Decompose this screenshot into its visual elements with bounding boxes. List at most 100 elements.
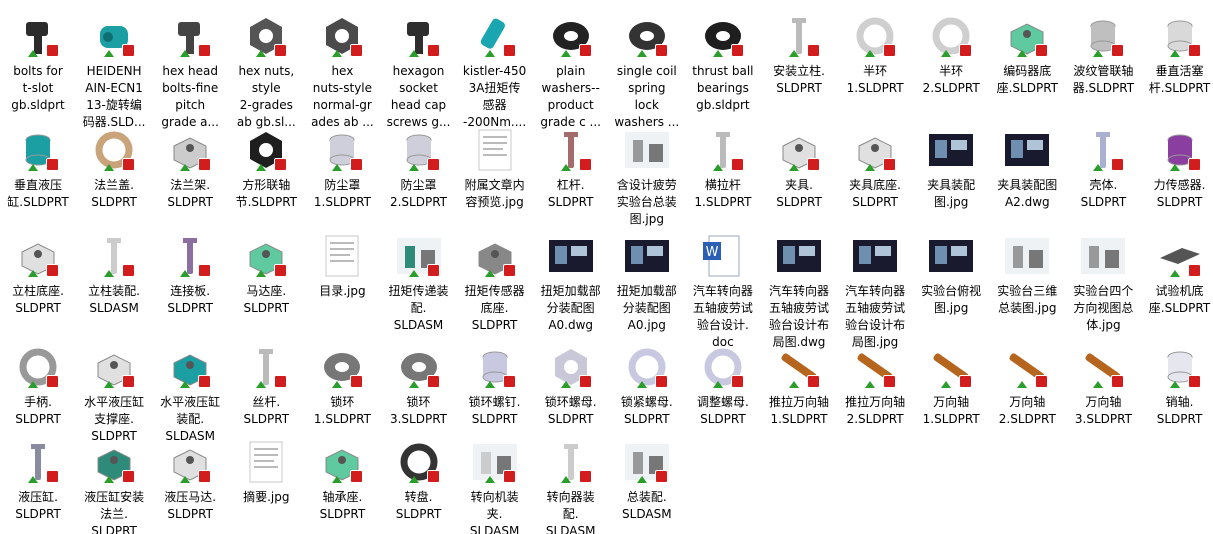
- file-item[interactable]: 锁环螺母. SLDPRT: [535, 343, 607, 428]
- file-item[interactable]: 水平液压缸 装配. SLDASM: [154, 343, 226, 445]
- file-item[interactable]: 半环 2.SLDPRT: [915, 12, 987, 97]
- file-item[interactable]: hex head bolts-fine pitch grade a...: [154, 12, 226, 131]
- shortcut-arrow-icon: [180, 164, 191, 171]
- file-item[interactable]: 锁环 3.SLDPRT: [383, 343, 455, 428]
- file-item[interactable]: 立柱装配. SLDASM: [78, 232, 150, 317]
- file-item[interactable]: 万向轴 1.SLDPRT: [915, 343, 987, 428]
- file-item[interactable]: 实验台四个 方向视图总 体.jpg: [1067, 232, 1139, 334]
- file-item[interactable]: 附属文章内 容预览.jpg: [459, 126, 531, 211]
- file-item[interactable]: 手柄. SLDPRT: [2, 343, 74, 428]
- file-item[interactable]: 方形联轴 节.SLDPRT: [230, 126, 302, 211]
- file-item[interactable]: 垂直液压 缸.SLDPRT: [2, 126, 74, 211]
- solidworks-badge-icon: [46, 264, 59, 277]
- shortcut-arrow-icon: [408, 164, 419, 171]
- file-item[interactable]: 锁环螺钉. SLDPRT: [459, 343, 531, 428]
- file-item[interactable]: 调整螺母. SLDPRT: [687, 343, 759, 428]
- hydraulic-cylinder-icon: [14, 126, 62, 174]
- file-item[interactable]: 连接板. SLDPRT: [154, 232, 226, 317]
- dust-cover-icon: [318, 126, 366, 174]
- file-item[interactable]: 液压缸安装 法兰. SLDPRT: [78, 438, 150, 534]
- file-item[interactable]: plain washers-- product grade c ...: [535, 12, 607, 131]
- solidworks-badge-icon: [1111, 375, 1125, 388]
- assembly-image-icon: [1003, 232, 1051, 280]
- file-item[interactable]: 垂直活塞 杆.SLDPRT: [1144, 12, 1213, 97]
- file-item[interactable]: 马达座. SLDPRT: [230, 232, 302, 317]
- file-item[interactable]: W 汽车转向器 五轴疲劳试 验台设计. doc: [687, 232, 759, 351]
- file-item[interactable]: 液压缸. SLDPRT: [2, 438, 74, 523]
- file-item[interactable]: 转向机装 夹. SLDASM: [459, 438, 531, 534]
- file-item[interactable]: 编码器底 座.SLDPRT: [991, 12, 1063, 97]
- file-item[interactable]: 法兰架. SLDPRT: [154, 126, 226, 211]
- solidworks-badge-icon: [46, 375, 59, 388]
- file-item[interactable]: bolts for t-slot gb.sldprt: [2, 12, 74, 114]
- file-item[interactable]: 夹具. SLDPRT: [763, 126, 835, 211]
- file-item[interactable]: 轴承座. SLDPRT: [306, 438, 378, 523]
- file-item[interactable]: 锁紧螺母. SLDPRT: [611, 343, 683, 428]
- file-item[interactable]: 横拉杆 1.SLDPRT: [687, 126, 759, 211]
- file-item[interactable]: 转盘. SLDPRT: [383, 438, 455, 523]
- file-item[interactable]: 液压马达. SLDPRT: [154, 438, 226, 523]
- file-item[interactable]: 立柱底座. SLDPRT: [2, 232, 74, 317]
- solidworks-badge-icon: [46, 470, 59, 483]
- shortcut-arrow-icon: [560, 50, 571, 57]
- mounting-flange-icon: [90, 438, 138, 486]
- file-item[interactable]: 实验台三维 总装图.jpg: [991, 232, 1063, 317]
- file-item[interactable]: thrust ball bearings gb.sldprt: [687, 12, 759, 114]
- file-item[interactable]: 汽车转向器 五轴疲劳试 验台设计布 局图.jpg: [839, 232, 911, 351]
- file-item[interactable]: 销轴. SLDPRT: [1144, 343, 1213, 428]
- file-item[interactable]: 扭矩传感器 底座. SLDPRT: [459, 232, 531, 334]
- file-name-label: 立柱底座. SLDPRT: [12, 284, 64, 315]
- shortcut-arrow-icon: [332, 50, 343, 57]
- file-item[interactable]: 扭矩传递装 配. SLDASM: [383, 232, 455, 334]
- document-image-icon: [471, 126, 519, 174]
- file-item[interactable]: 汽车转向器 五轴疲劳试 验台设计布 局图.dwg: [763, 232, 835, 351]
- file-name-label: bolts for t-slot gb.sldprt: [11, 64, 65, 112]
- file-item[interactable]: 试验机底 座.SLDPRT: [1144, 232, 1213, 317]
- solidworks-badge-icon: [883, 375, 897, 388]
- file-item[interactable]: 摘要.jpg: [230, 438, 302, 506]
- file-item[interactable]: 夹具装配图 A2.dwg: [991, 126, 1063, 211]
- shortcut-arrow-icon: [408, 270, 419, 277]
- file-item[interactable]: 水平液压缸 支撑座. SLDPRT: [78, 343, 150, 445]
- file-item[interactable]: 总装配. SLDASM: [611, 438, 683, 523]
- file-name-label: 汽车转向器 五轴疲劳试 验台设计布 局图.jpg: [845, 284, 906, 349]
- file-name-label: 杠杆. SLDPRT: [547, 178, 594, 209]
- file-item[interactable]: single coil spring lock washers ...: [611, 12, 683, 131]
- file-item[interactable]: 扭矩加载部 分装配图 A0.dwg: [535, 232, 607, 334]
- file-item[interactable]: 波纹管联轴 器.SLDPRT: [1067, 12, 1139, 97]
- file-item[interactable]: 推拉万向轴 2.SLDPRT: [839, 343, 911, 428]
- file-item[interactable]: hex nuts-style normal-gr ades ab ...: [306, 12, 378, 131]
- file-item[interactable]: 力传感器. SLDPRT: [1144, 126, 1213, 211]
- file-item[interactable]: HEIDENH AIN-ECN1 13-旋转编 码器.SLD...: [78, 12, 150, 131]
- file-item[interactable]: 转向器装 配. SLDASM: [535, 438, 607, 534]
- solidworks-badge-icon: [730, 375, 744, 388]
- file-item[interactable]: kistler-450 3A扭矩传 感器 -200Nm....: [459, 12, 531, 131]
- file-item[interactable]: 半环 1.SLDPRT: [839, 12, 911, 97]
- file-item[interactable]: 夹具底座. SLDPRT: [839, 126, 911, 211]
- file-item[interactable]: 防尘罩 2.SLDPRT: [383, 126, 455, 211]
- file-item[interactable]: 杠杆. SLDPRT: [535, 126, 607, 211]
- file-item[interactable]: 锁环 1.SLDPRT: [306, 343, 378, 428]
- file-item[interactable]: 含设计疲劳 实验台总装 图.jpg: [611, 126, 683, 228]
- file-item[interactable]: 法兰盖. SLDPRT: [78, 126, 150, 211]
- solidworks-badge-icon: [122, 470, 136, 483]
- file-item[interactable]: 安装立柱. SLDPRT: [763, 12, 835, 97]
- file-item[interactable]: 实验台俯视 图.jpg: [915, 232, 987, 317]
- file-item[interactable]: hex nuts, style 2-grades ab gb.sl...: [230, 12, 302, 131]
- shortcut-arrow-icon: [484, 381, 495, 388]
- file-name-label: 扭矩加载部 分装配图 A0.jpg: [616, 284, 677, 332]
- file-name-label: 摘要.jpg: [243, 490, 290, 504]
- file-item[interactable]: 壳体. SLDPRT: [1067, 126, 1139, 211]
- file-item[interactable]: 万向轴 2.SLDPRT: [991, 343, 1063, 428]
- file-item[interactable]: 防尘罩 1.SLDPRT: [306, 126, 378, 211]
- file-item[interactable]: 万向轴 3.SLDPRT: [1067, 343, 1139, 428]
- solidworks-badge-icon: [654, 470, 668, 483]
- file-item[interactable]: 夹具装配 图.jpg: [915, 126, 987, 211]
- file-item[interactable]: hexagon socket head cap screws g...: [383, 12, 455, 131]
- shortcut-arrow-icon: [1093, 381, 1104, 388]
- file-item[interactable]: 扭矩加载部 分装配图 A0.jpg: [611, 232, 683, 334]
- file-name-label: 转盘. SLDPRT: [395, 490, 442, 521]
- file-item[interactable]: 目录.jpg: [306, 232, 378, 300]
- file-item[interactable]: 丝杆. SLDPRT: [230, 343, 302, 428]
- file-item[interactable]: 推拉万向轴 1.SLDPRT: [763, 343, 835, 428]
